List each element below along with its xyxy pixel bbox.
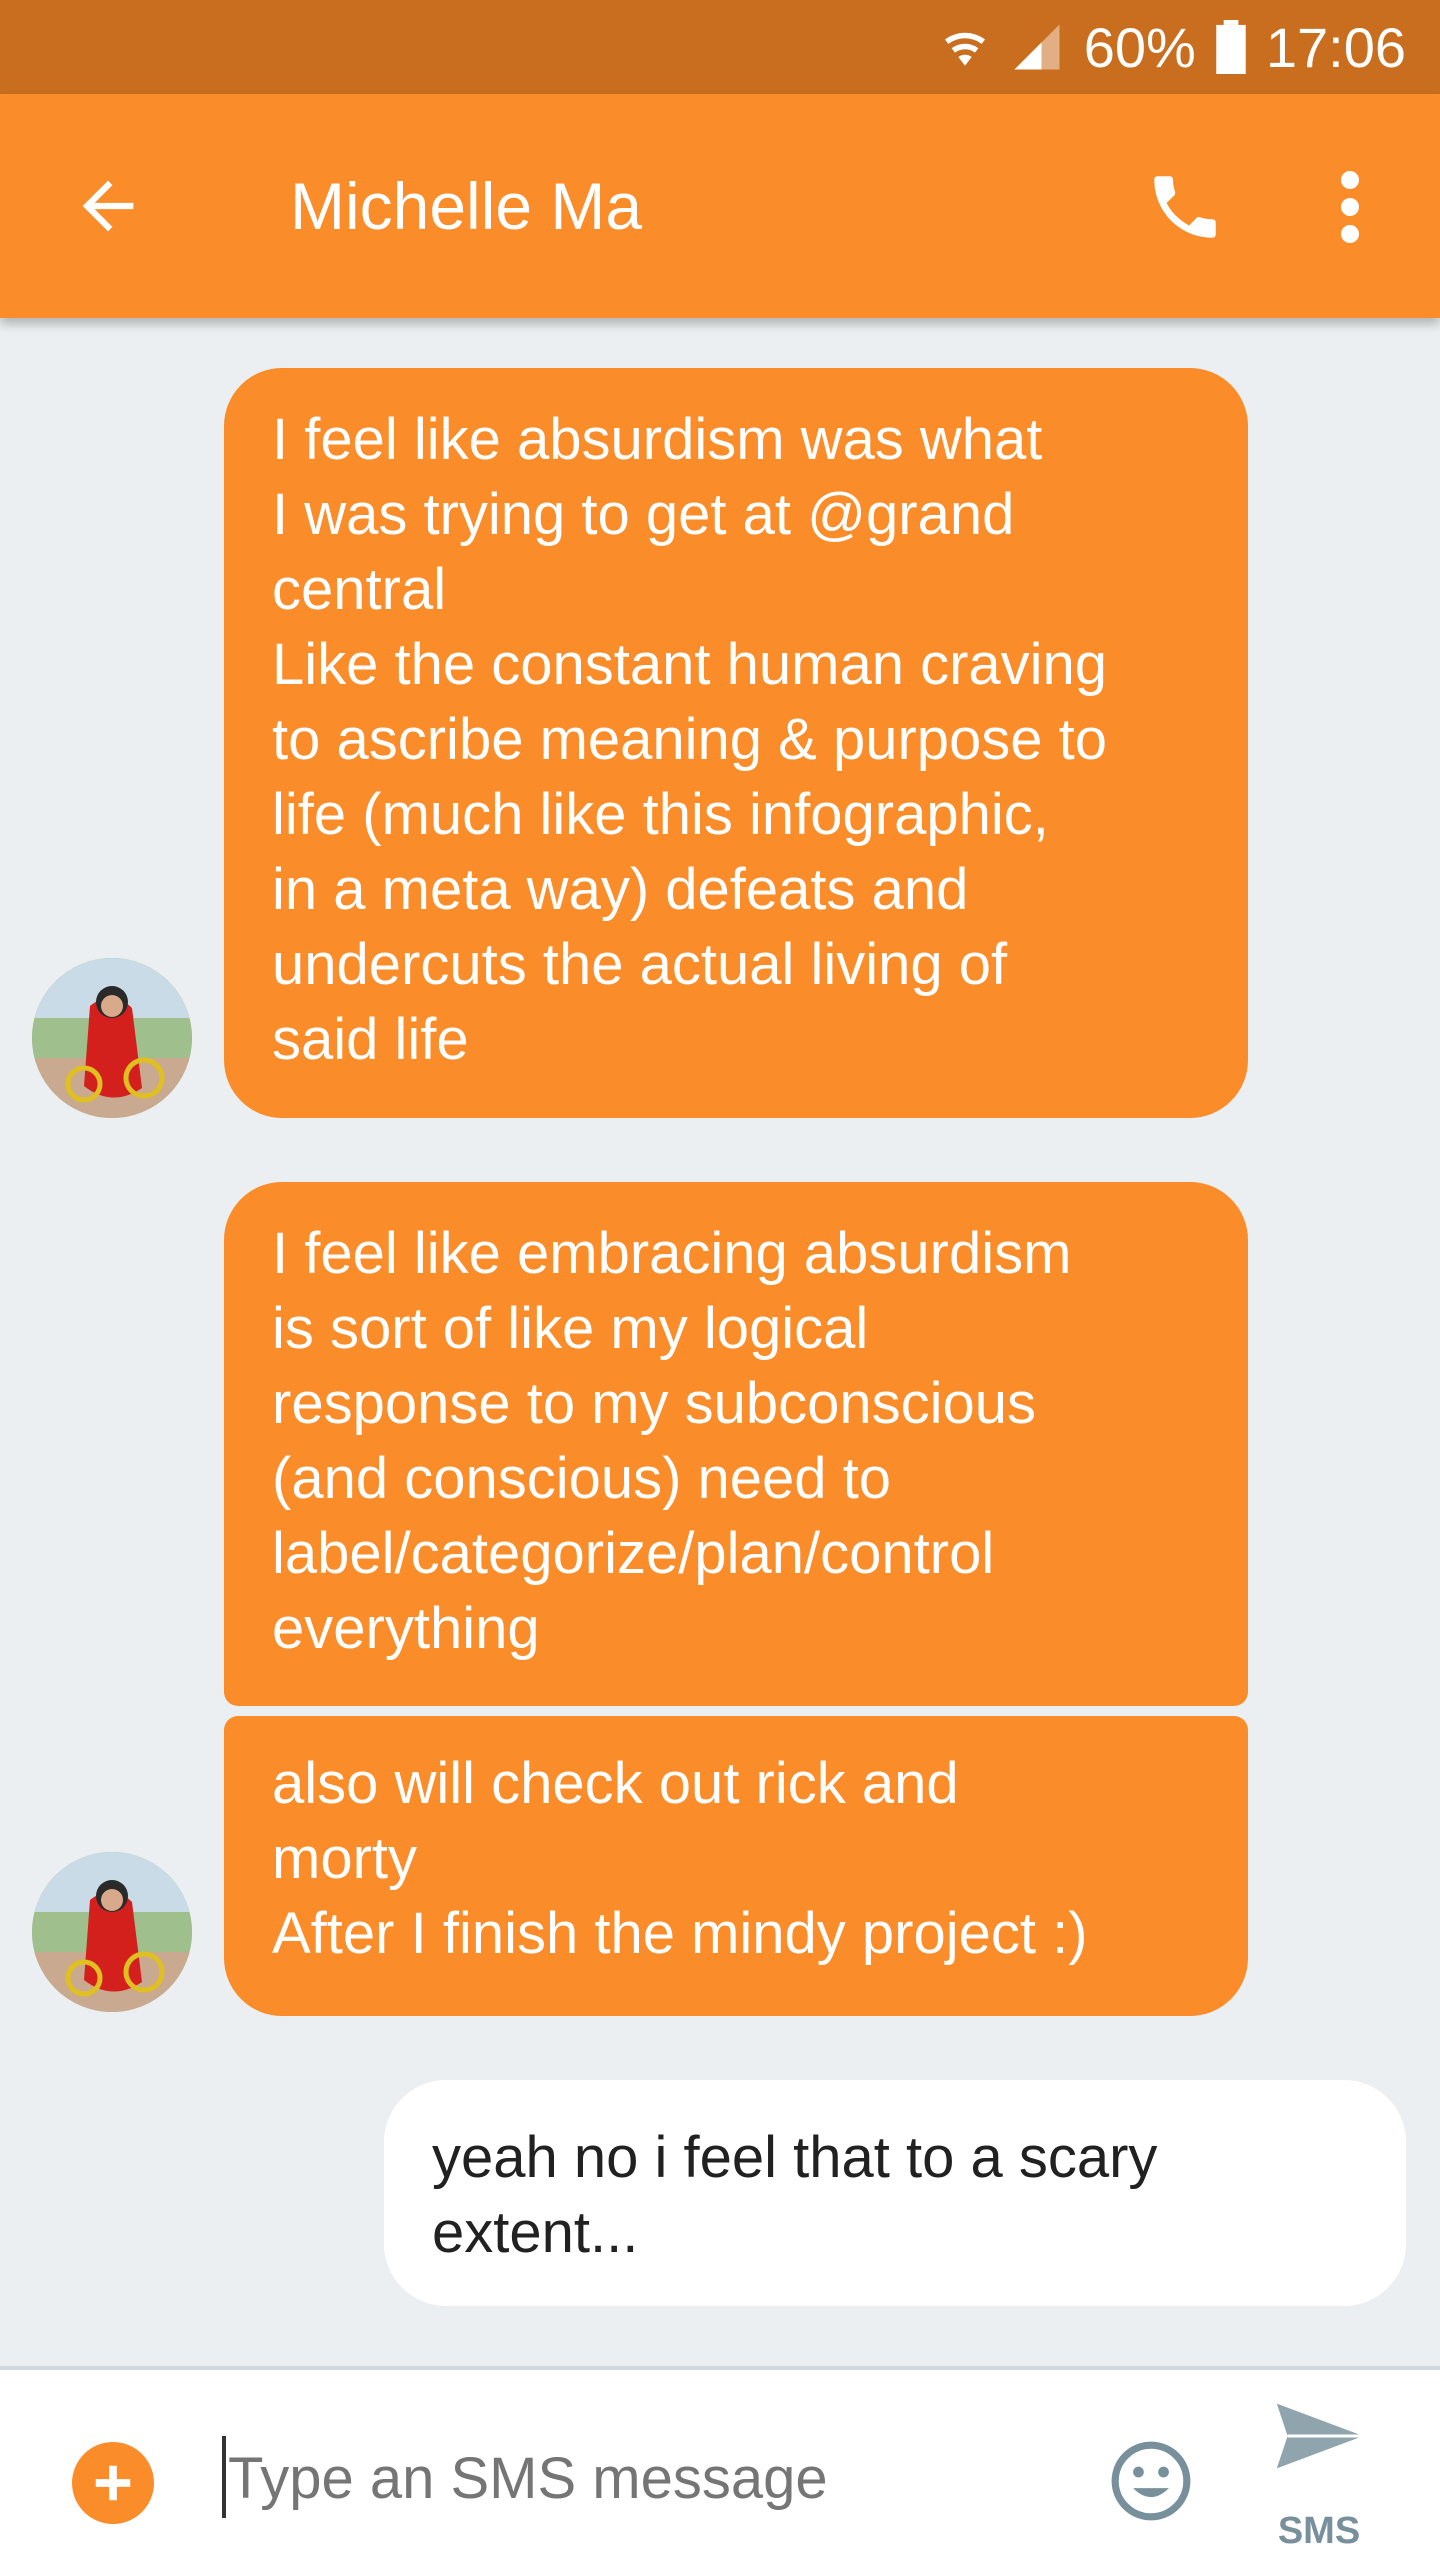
avatar[interactable] [32,958,192,1118]
clock: 17:06 [1265,15,1406,79]
composer: SMS [0,2366,1440,2560]
contact-name: Michelle Ma [290,169,643,243]
add-icon[interactable] [72,2442,154,2524]
battery-percentage: 60% [1083,15,1196,79]
phone-icon[interactable] [1130,152,1240,262]
avatar[interactable] [32,1852,192,2012]
message-bubble[interactable]: I feel like absurdism was what I was try… [224,368,1248,1118]
back-arrow-icon[interactable] [60,158,156,254]
message-bubble[interactable]: yeah no i feel that to a scary extent... [384,2080,1406,2306]
send-label: SMS [1277,2510,1361,2552]
message-bubble[interactable]: I feel like embracing absurdism is sort … [224,1182,1248,1706]
emoji-icon[interactable] [1108,2438,1194,2524]
message-bubble[interactable]: also will check out rick and morty After… [224,1716,1248,2016]
status-bar: 60% 17:06 [0,0,1440,94]
wifi-icon [940,22,990,72]
signal-icon [1010,20,1064,74]
app-bar: Michelle Ma [0,94,1440,318]
send-icon [1276,2403,1364,2469]
more-vert-icon[interactable] [1300,152,1400,262]
message-input[interactable] [228,2430,1048,2526]
conversation[interactable]: I feel like absurdism was what I was try… [0,318,1440,2368]
text-cursor [222,2436,226,2518]
battery-icon [1216,20,1246,74]
send-button[interactable]: SMS [1260,2400,1400,2552]
